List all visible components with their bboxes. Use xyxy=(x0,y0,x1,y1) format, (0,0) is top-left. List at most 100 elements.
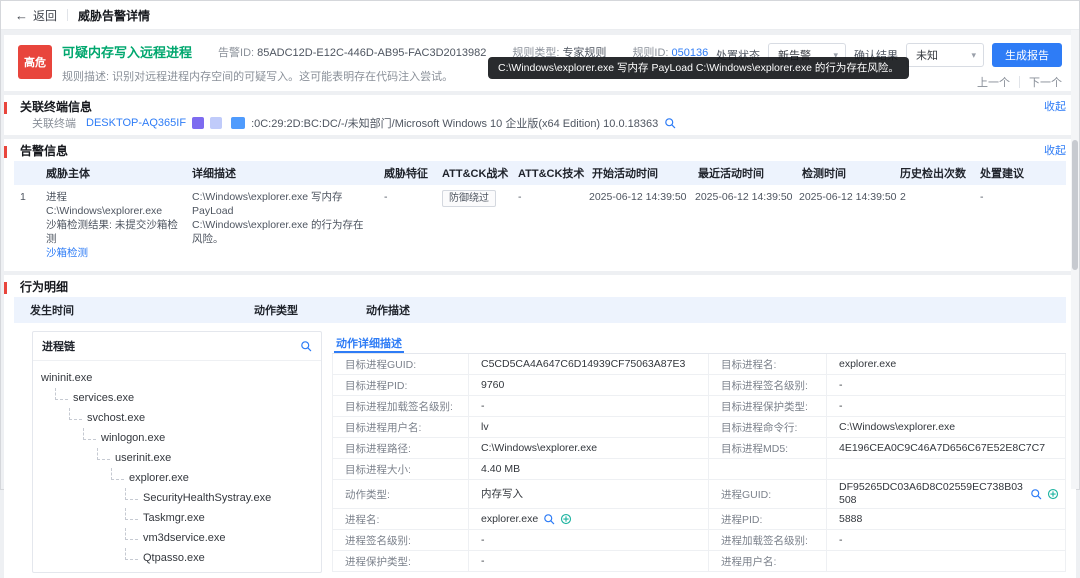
divider xyxy=(67,9,68,21)
process-chain-node[interactable]: vm3dservice.exe xyxy=(41,528,313,548)
scrollbar-track[interactable] xyxy=(1071,30,1079,489)
prev-alert-link[interactable]: 上一个 xyxy=(977,74,1010,90)
attack-technique-cell: - xyxy=(512,185,586,266)
terminal-label: 关联终端 xyxy=(32,115,76,131)
col-threat-subject: 威胁主体 xyxy=(40,161,186,185)
detail-field-label: 进程加载签名级别: xyxy=(709,530,827,551)
advice-cell: - xyxy=(974,185,1066,266)
behavior-section: 行为明细 发生时间 动作类型 动作描述 进程链 wininit.exe servi… xyxy=(4,275,1076,578)
process-chain-node[interactable]: wininit.exe xyxy=(41,368,313,388)
action-detail-panel: 动作详细描述 目标进程GUID:C5CD5CA4A647C6D14939CF75… xyxy=(332,331,1066,572)
detail-tabbar: 动作详细描述 xyxy=(332,331,1066,354)
behavior-title: 行为明细 xyxy=(14,278,68,295)
col-detect-time: 检测时间 xyxy=(796,161,894,185)
detail-field-value: 4.40 MB xyxy=(469,459,709,480)
topbar: ← 返回 威胁告警详情 xyxy=(1,1,1079,30)
severity-badge: 高危 xyxy=(18,45,52,79)
back-button[interactable]: ← 返回 xyxy=(15,7,57,24)
tree-branch-line xyxy=(125,548,138,560)
threat-subject-cell: 进程 C:\Windows\explorer.exe 沙箱检测结果: 未提交沙箱… xyxy=(40,185,186,266)
confirm-result-select[interactable]: 未知▾ xyxy=(906,43,984,67)
detail-field-value: lv xyxy=(469,417,709,438)
col-threat-feature: 威胁特征 xyxy=(378,161,436,185)
process-chain-node[interactable]: Qtpasso.exe xyxy=(41,548,313,568)
process-chain-node[interactable]: explorer.exe xyxy=(41,468,313,488)
process-chain-node[interactable]: Taskmgr.exe xyxy=(41,508,313,528)
windows-badge-icon xyxy=(231,117,245,129)
alert-table-header-row: 威胁主体 详细描述 威胁特征 ATT&CK战术 ATT&CK技术 开始活动时间 … xyxy=(14,161,1066,185)
back-label: 返回 xyxy=(33,7,57,24)
process-name: SecurityHealthSystray.exe xyxy=(143,492,271,504)
terminal-section: 关联终端信息 收起 关联终端 DESKTOP-AQ365IF :0C:29:2D… xyxy=(4,95,1076,135)
terminal-section-title: 关联终端信息 xyxy=(14,98,92,115)
detail-field-label: 目标进程名: xyxy=(709,354,827,375)
sandbox-detect-link[interactable]: 沙箱检测 xyxy=(46,247,88,259)
detail-field-value: 5888 xyxy=(827,509,1066,530)
detail-field-value: - xyxy=(827,375,1066,396)
back-arrow-icon: ← xyxy=(15,9,28,22)
process-chain-node[interactable]: userinit.exe xyxy=(41,448,313,468)
process-name: services.exe xyxy=(73,392,134,404)
detail-desc-cell: C:\Windows\explorer.exe 写内存 PayLoad C:\W… xyxy=(186,185,378,266)
detail-field-value: - xyxy=(827,530,1066,551)
terminal-hostname-link[interactable]: DESKTOP-AQ365IF xyxy=(86,117,186,129)
alert-table-row[interactable]: 1 进程 C:\Windows\explorer.exe 沙箱检测结果: 未提交… xyxy=(14,185,1066,266)
tree-branch-line xyxy=(69,408,82,420)
process-chain-node[interactable]: SecurityHealthSystray.exe xyxy=(41,488,313,508)
detail-field-label: 目标进程加载签名级别: xyxy=(333,396,469,417)
detail-field-value: C:\Windows\explorer.exe xyxy=(827,417,1066,438)
detail-field-label: 目标进程签名级别: xyxy=(709,375,827,396)
tactic-tag: 防御绕过 xyxy=(442,190,496,207)
process-chain-title: 进程链 xyxy=(42,338,75,354)
detail-field-label: 目标进程路径: xyxy=(333,438,469,459)
process-name: winlogon.exe xyxy=(101,432,165,444)
process-chain-node[interactable]: svchost.exe xyxy=(41,408,313,428)
attack-tactic-cell: 防御绕过 xyxy=(436,185,512,266)
process-name: svchost.exe xyxy=(87,412,145,424)
tree-branch-line xyxy=(125,528,138,540)
search-icon[interactable] xyxy=(300,340,312,352)
detail-field-value: 内存写入 xyxy=(469,480,709,509)
detail-field-value xyxy=(827,459,1066,480)
alert-info-collapse-link[interactable]: 收起 xyxy=(1044,142,1066,158)
detail-field-label: 进程GUID: xyxy=(709,480,827,509)
last-time-cell: 2025-06-12 14:39:50 xyxy=(692,185,796,266)
hover-tooltip: C:\Windows\explorer.exe 写内存 PayLoad C:\W… xyxy=(488,57,909,79)
threat-feature-cell: - xyxy=(378,185,436,266)
process-tree: wininit.exe services.exe svchost.exe winlog… xyxy=(33,361,321,572)
tree-branch-line xyxy=(97,448,110,460)
detail-field-label: 目标进程大小: xyxy=(333,459,469,480)
tab-action-detail[interactable]: 动作详细描述 xyxy=(334,331,404,353)
terminal-collapse-link[interactable]: 收起 xyxy=(1044,98,1066,114)
alert-table: 威胁主体 详细描述 威胁特征 ATT&CK战术 ATT&CK技术 开始活动时间 … xyxy=(14,161,1066,266)
detail-field-label: 进程保护类型: xyxy=(333,551,469,572)
detail-field-label: 进程签名级别: xyxy=(333,530,469,551)
process-chain-node[interactable]: services.exe xyxy=(41,388,313,408)
detail-field-value: - xyxy=(469,530,709,551)
detail-field-label: 目标进程MD5: xyxy=(709,438,827,459)
col-occur-time: 发生时间 xyxy=(14,302,238,318)
col-attack-tactic: ATT&CK战术 xyxy=(436,161,512,185)
detail-field-value: DF95265DC03A6D8C02559EC738B03508 xyxy=(827,480,1066,509)
os-badge-icon xyxy=(192,117,204,129)
generate-report-button[interactable]: 生成报告 xyxy=(992,43,1062,67)
action-detail-grid: 目标进程GUID:C5CD5CA4A647C6D14939CF75063A87E… xyxy=(332,354,1066,572)
search-icon[interactable] xyxy=(543,513,555,525)
detail-field-label: 目标进程GUID: xyxy=(333,354,469,375)
detail-field-label: 动作类型: xyxy=(333,480,469,509)
detail-field-label: 进程名: xyxy=(333,509,469,530)
divider xyxy=(1019,76,1020,88)
process-name: Qtpasso.exe xyxy=(143,552,205,564)
next-alert-link[interactable]: 下一个 xyxy=(1029,74,1062,90)
col-index xyxy=(14,161,40,185)
detail-field-value: - xyxy=(469,551,709,572)
page-title: 威胁告警详情 xyxy=(78,7,150,24)
search-icon[interactable] xyxy=(664,117,676,129)
process-chain-node[interactable]: winlogon.exe xyxy=(41,428,313,448)
zoom-plus-icon[interactable] xyxy=(560,513,572,525)
col-action-type: 动作类型 xyxy=(238,302,350,318)
detail-field-label: 目标进程用户名: xyxy=(333,417,469,438)
history-count-cell: 2 xyxy=(894,185,974,266)
col-action-desc: 动作描述 xyxy=(350,302,1066,318)
scrollbar-thumb[interactable] xyxy=(1072,140,1078,270)
